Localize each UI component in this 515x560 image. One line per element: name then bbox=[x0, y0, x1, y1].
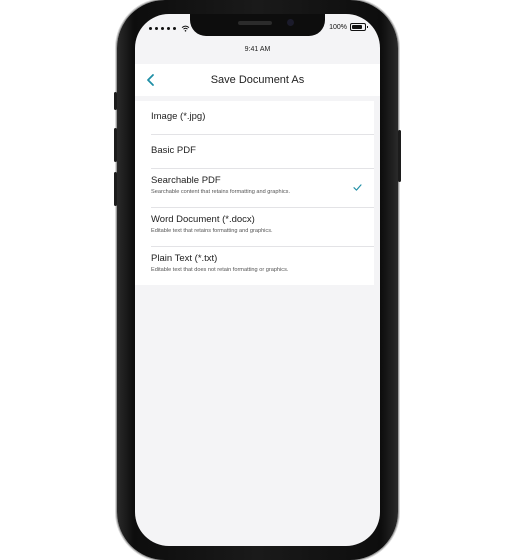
option-image-jpg[interactable]: Image (*.jpg) bbox=[151, 101, 374, 135]
option-word-docx[interactable]: Word Document (*.docx) Editable text tha… bbox=[151, 208, 374, 247]
save-format-list: Image (*.jpg) Basic PDF Searchable PDF S… bbox=[135, 101, 374, 285]
option-basic-pdf[interactable]: Basic PDF bbox=[151, 135, 374, 169]
phone-screen: 100% 9:41 AM Save Document As Image (*.j… bbox=[135, 14, 380, 546]
signal-dot bbox=[173, 26, 176, 30]
signal-dot bbox=[167, 26, 170, 30]
option-searchable-pdf[interactable]: Searchable PDF Searchable content that r… bbox=[151, 169, 374, 208]
battery-status: 100% bbox=[329, 23, 368, 31]
silent-switch bbox=[114, 92, 117, 110]
option-title: Image (*.jpg) bbox=[151, 111, 206, 122]
power-button bbox=[398, 130, 401, 182]
signal-dot bbox=[161, 26, 164, 30]
navigation-bar: Save Document As bbox=[135, 64, 380, 96]
notch bbox=[190, 14, 325, 36]
option-subtitle: Editable text that does not retain forma… bbox=[151, 267, 289, 273]
battery-fill bbox=[352, 25, 362, 29]
battery-tip bbox=[367, 26, 368, 28]
page-title: Save Document As bbox=[210, 74, 305, 86]
phone-device-frame: 100% 9:41 AM Save Document As Image (*.j… bbox=[114, 0, 401, 560]
status-time: 9:41 AM bbox=[244, 46, 271, 53]
volume-up-button bbox=[114, 128, 117, 162]
volume-down-button bbox=[114, 172, 117, 206]
checkmark-icon bbox=[353, 184, 362, 191]
option-title: Plain Text (*.txt) bbox=[151, 253, 218, 264]
signal-indicator bbox=[149, 23, 190, 33]
battery-icon bbox=[350, 23, 368, 31]
option-title: Searchable PDF bbox=[151, 175, 221, 186]
front-camera bbox=[287, 19, 294, 26]
option-subtitle: Editable text that retains formatting an… bbox=[151, 228, 273, 234]
speaker-grille bbox=[238, 21, 272, 25]
wifi-icon bbox=[181, 25, 190, 32]
option-title: Basic PDF bbox=[151, 145, 196, 156]
signal-dot bbox=[155, 26, 158, 30]
option-subtitle: Searchable content that retains formatti… bbox=[151, 189, 290, 195]
battery-percent: 100% bbox=[329, 23, 347, 31]
option-plain-text[interactable]: Plain Text (*.txt) Editable text that do… bbox=[151, 247, 374, 285]
signal-dot bbox=[149, 26, 152, 30]
stage: 100% 9:41 AM Save Document As Image (*.j… bbox=[0, 0, 515, 560]
option-title: Word Document (*.docx) bbox=[151, 214, 255, 225]
